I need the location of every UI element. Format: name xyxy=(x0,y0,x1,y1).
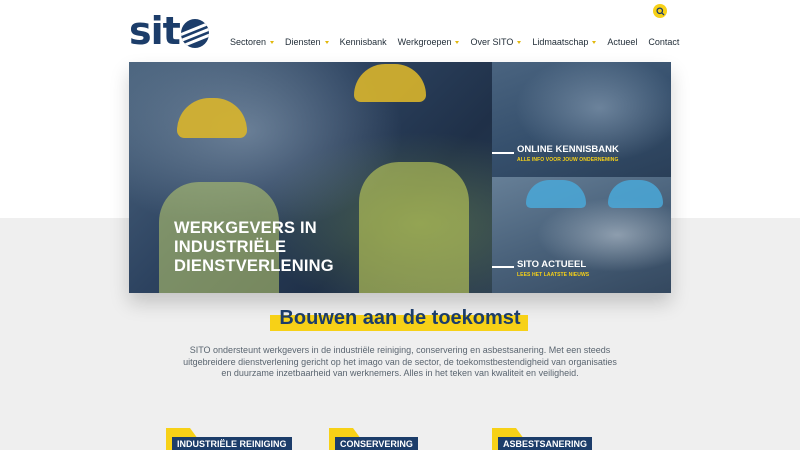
hero-banner: WERKGEVERS IN INDUSTRIËLE DIENSTVERLENIN… xyxy=(129,62,671,293)
tile-label: SITO ACTUEEL LEES HET LAATSTE NIEUWS xyxy=(517,259,589,278)
chevron-down-icon xyxy=(324,40,329,44)
search-icon[interactable] xyxy=(653,4,667,18)
nav-item-kennisbank[interactable]: Kennisbank xyxy=(340,37,387,47)
tile-title: ONLINE KENNISBANK xyxy=(517,144,619,155)
nav-label: Contact xyxy=(648,37,680,47)
chevron-down-icon xyxy=(592,40,597,44)
nav-label: Over SITO xyxy=(470,37,514,47)
chevron-down-icon xyxy=(455,40,460,44)
nav-item-diensten[interactable]: Diensten xyxy=(285,37,329,47)
tile-divider xyxy=(492,266,514,268)
nav-item-werkgroepen[interactable]: Werkgroepen xyxy=(398,37,460,47)
nav-item-lidmaatschap[interactable]: Lidmaatschap xyxy=(532,37,597,47)
logo-text: sit xyxy=(129,9,181,53)
nav-item-sectoren[interactable]: Sectoren xyxy=(230,37,275,47)
hero-photo-shape xyxy=(608,180,663,208)
chevron-down-icon xyxy=(270,40,275,44)
nav-label: Werkgroepen xyxy=(397,37,452,47)
tile-sito-actueel[interactable]: SITO ACTUEEL LEES HET LAATSTE NIEUWS xyxy=(492,177,671,293)
tile-subtitle: ALLE INFO VOOR JOUW ONDERNEMING xyxy=(517,157,619,163)
hero-photo-shape xyxy=(359,162,469,293)
main-navigation: Sectoren Diensten Kennisbank Werkgroepen… xyxy=(230,34,679,50)
nav-label: Diensten xyxy=(285,37,321,47)
tile-subtitle: LEES HET LAATSTE NIEUWS xyxy=(517,272,590,278)
nav-label: Kennisbank xyxy=(339,37,387,47)
sector-label: CONSERVERING xyxy=(335,437,418,450)
tile-online-kennisbank[interactable]: ONLINE KENNISBANK ALLE INFO VOOR JOUW ON… xyxy=(492,62,671,177)
sector-label: INDUSTRIËLE REINIGING xyxy=(172,437,292,450)
nav-item-contact[interactable]: Contact xyxy=(648,37,679,47)
nav-item-over-sito[interactable]: Over SITO xyxy=(470,37,522,47)
hero-title: WERKGEVERS IN INDUSTRIËLE DIENSTVERLENIN… xyxy=(174,219,334,275)
tile-divider xyxy=(492,152,514,154)
hero-photo-shape xyxy=(526,180,586,208)
hero-photo-shape xyxy=(354,64,426,102)
globe-o-icon xyxy=(180,18,209,48)
tile-title: SITO ACTUEEL xyxy=(517,259,587,270)
hero-photo-shape xyxy=(177,98,247,138)
nav-label: Lidmaatschap xyxy=(532,37,589,47)
chevron-down-icon xyxy=(517,40,522,44)
sector-label: ASBESTSANERING xyxy=(498,437,593,450)
nav-label: Sectoren xyxy=(230,37,267,47)
headline-block: Bouwen aan de toekomst xyxy=(270,307,530,333)
hero-main-image[interactable]: WERKGEVERS IN INDUSTRIËLE DIENSTVERLENIN… xyxy=(129,62,492,293)
intro-text: SITO ondersteunt werkgevers in de indust… xyxy=(183,345,617,378)
nav-item-actueel[interactable]: Actueel xyxy=(607,37,637,47)
sito-logo[interactable]: sit xyxy=(129,12,209,50)
nav-label: Actueel xyxy=(607,37,638,47)
tile-label: ONLINE KENNISBANK ALLE INFO VOOR JOUW ON… xyxy=(517,144,619,163)
page-headline: Bouwen aan de toekomst xyxy=(279,307,521,329)
